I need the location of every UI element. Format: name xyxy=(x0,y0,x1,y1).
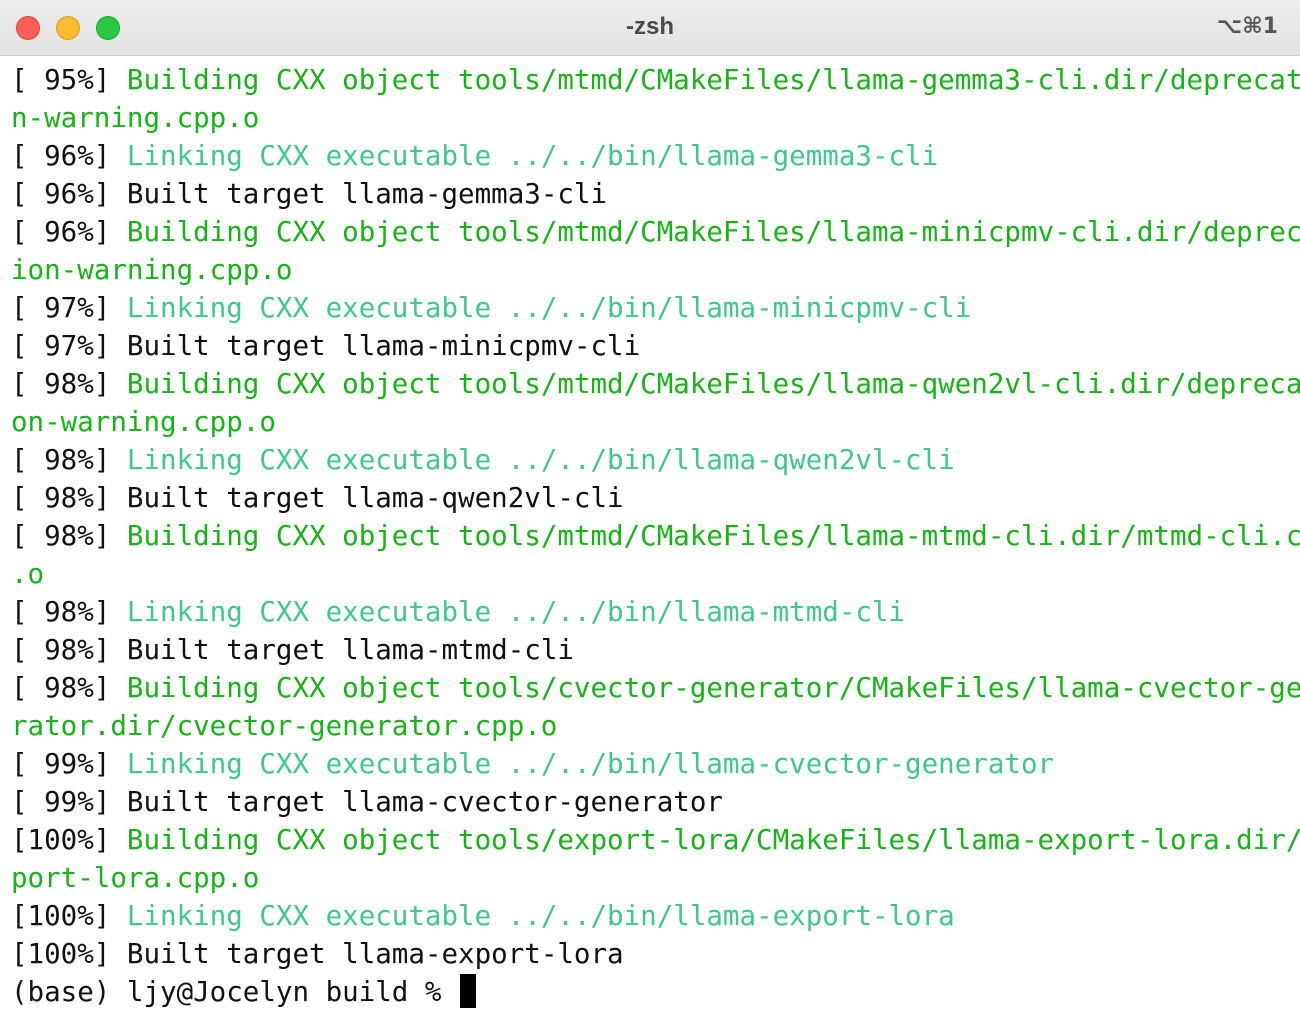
output-line: [ 99%] Linking CXX executable ../../bin/… xyxy=(11,745,1300,783)
progress-percent: [ 98%] xyxy=(11,444,127,476)
output-line: [ 96%] Linking CXX executable ../../bin/… xyxy=(11,137,1300,175)
build-message: Linking CXX executable ../../bin/llama-c… xyxy=(126,748,1055,780)
build-message: Linking CXX executable ../../bin/llama-g… xyxy=(126,140,939,172)
progress-percent: [ 99%] xyxy=(11,748,127,780)
build-message: Building CXX object tools/export-lora/CM… xyxy=(126,824,1300,856)
build-message: Built target llama-cvector-generator xyxy=(126,786,723,818)
output-line: [ 98%] Building CXX object tools/mtmd/CM… xyxy=(11,517,1300,555)
output-line: port-lora.cpp.o xyxy=(11,859,1300,897)
output-line: [ 98%] Built target llama-qwen2vl-cli xyxy=(11,479,1300,517)
build-message: n-warning.cpp.o xyxy=(11,102,260,134)
output-line: [ 98%] Linking CXX executable ../../bin/… xyxy=(11,441,1300,479)
build-message: Built target llama-qwen2vl-cli xyxy=(126,482,624,514)
progress-percent: [ 98%] xyxy=(11,520,127,552)
progress-percent: [ 98%] xyxy=(11,368,127,400)
build-message: Building CXX object tools/mtmd/CMakeFile… xyxy=(126,216,1300,248)
title-bar[interactable]: -zsh ⌥⌘1 xyxy=(0,0,1300,56)
output-line: .o xyxy=(11,555,1300,593)
output-line: ion-warning.cpp.o xyxy=(11,251,1300,289)
build-message: Building CXX object tools/mtmd/CMakeFile… xyxy=(126,368,1300,400)
shell-prompt: (base) ljy@Jocelyn build % xyxy=(11,976,459,1008)
build-message: .o xyxy=(11,558,45,590)
text-cursor xyxy=(460,974,477,1008)
build-message: Building CXX object tools/mtmd/CMakeFile… xyxy=(126,64,1300,96)
tab-shortcut-label: ⌥⌘1 xyxy=(1216,14,1278,39)
build-message: Building CXX object tools/mtmd/CMakeFile… xyxy=(126,520,1300,552)
terminal-window: -zsh ⌥⌘1 [ 95%] Building CXX object tool… xyxy=(0,0,1300,1016)
progress-percent: [ 96%] xyxy=(11,140,127,172)
output-line: [100%] Linking CXX executable ../../bin/… xyxy=(11,897,1300,935)
output-line: [ 95%] Building CXX object tools/mtmd/CM… xyxy=(11,61,1300,99)
build-message: Linking CXX executable ../../bin/llama-m… xyxy=(126,596,906,628)
progress-percent: [ 98%] xyxy=(11,482,127,514)
terminal-output[interactable]: [ 95%] Building CXX object tools/mtmd/CM… xyxy=(0,57,1300,1016)
progress-percent: [100%] xyxy=(11,900,127,932)
output-line: [ 98%] Building CXX object tools/mtmd/CM… xyxy=(11,365,1300,403)
output-line: [ 97%] Linking CXX executable ../../bin/… xyxy=(11,289,1300,327)
build-message: Linking CXX executable ../../bin/llama-m… xyxy=(126,292,972,324)
build-message: rator.dir/cvector-generator.cpp.o xyxy=(11,710,558,742)
progress-percent: [100%] xyxy=(11,824,127,856)
build-message: on-warning.cpp.o xyxy=(11,406,276,438)
prompt-line[interactable]: (base) ljy@Jocelyn build % xyxy=(11,973,1300,1011)
output-line: [ 99%] Built target llama-cvector-genera… xyxy=(11,783,1300,821)
progress-percent: [ 99%] xyxy=(11,786,127,818)
progress-percent: [ 98%] xyxy=(11,596,127,628)
output-line: [ 96%] Building CXX object tools/mtmd/CM… xyxy=(11,213,1300,251)
output-line: [ 98%] Built target llama-mtmd-cli xyxy=(11,631,1300,669)
build-message: Built target llama-minicpmv-cli xyxy=(126,330,641,362)
output-line: on-warning.cpp.o xyxy=(11,403,1300,441)
progress-percent: [ 96%] xyxy=(11,178,127,210)
build-message: Built target llama-mtmd-cli xyxy=(126,634,574,666)
progress-percent: [ 98%] xyxy=(11,634,127,666)
progress-percent: [ 95%] xyxy=(11,64,127,96)
progress-percent: [100%] xyxy=(11,938,127,970)
output-line: [100%] Building CXX object tools/export-… xyxy=(11,821,1300,859)
build-message: Linking CXX executable ../../bin/llama-e… xyxy=(126,900,955,932)
output-line: n-warning.cpp.o xyxy=(11,99,1300,137)
build-message: Built target llama-export-lora xyxy=(126,938,624,970)
progress-percent: [ 97%] xyxy=(11,330,127,362)
output-line: [ 98%] Linking CXX executable ../../bin/… xyxy=(11,593,1300,631)
output-line: [ 96%] Built target llama-gemma3-cli xyxy=(11,175,1300,213)
output-line: [100%] Built target llama-export-lora xyxy=(11,935,1300,973)
window-title: -zsh xyxy=(626,13,674,40)
output-line: [ 98%] Building CXX object tools/cvector… xyxy=(11,669,1300,707)
output-line: rator.dir/cvector-generator.cpp.o xyxy=(11,707,1300,745)
build-message: port-lora.cpp.o xyxy=(11,862,260,894)
build-message: ion-warning.cpp.o xyxy=(11,254,293,286)
build-message: Linking CXX executable ../../bin/llama-q… xyxy=(126,444,955,476)
progress-percent: [ 96%] xyxy=(11,216,127,248)
build-message: Building CXX object tools/cvector-genera… xyxy=(126,672,1300,704)
progress-percent: [ 97%] xyxy=(11,292,127,324)
progress-percent: [ 98%] xyxy=(11,672,127,704)
output-line: [ 97%] Built target llama-minicpmv-cli xyxy=(11,327,1300,365)
build-message: Built target llama-gemma3-cli xyxy=(126,178,608,210)
